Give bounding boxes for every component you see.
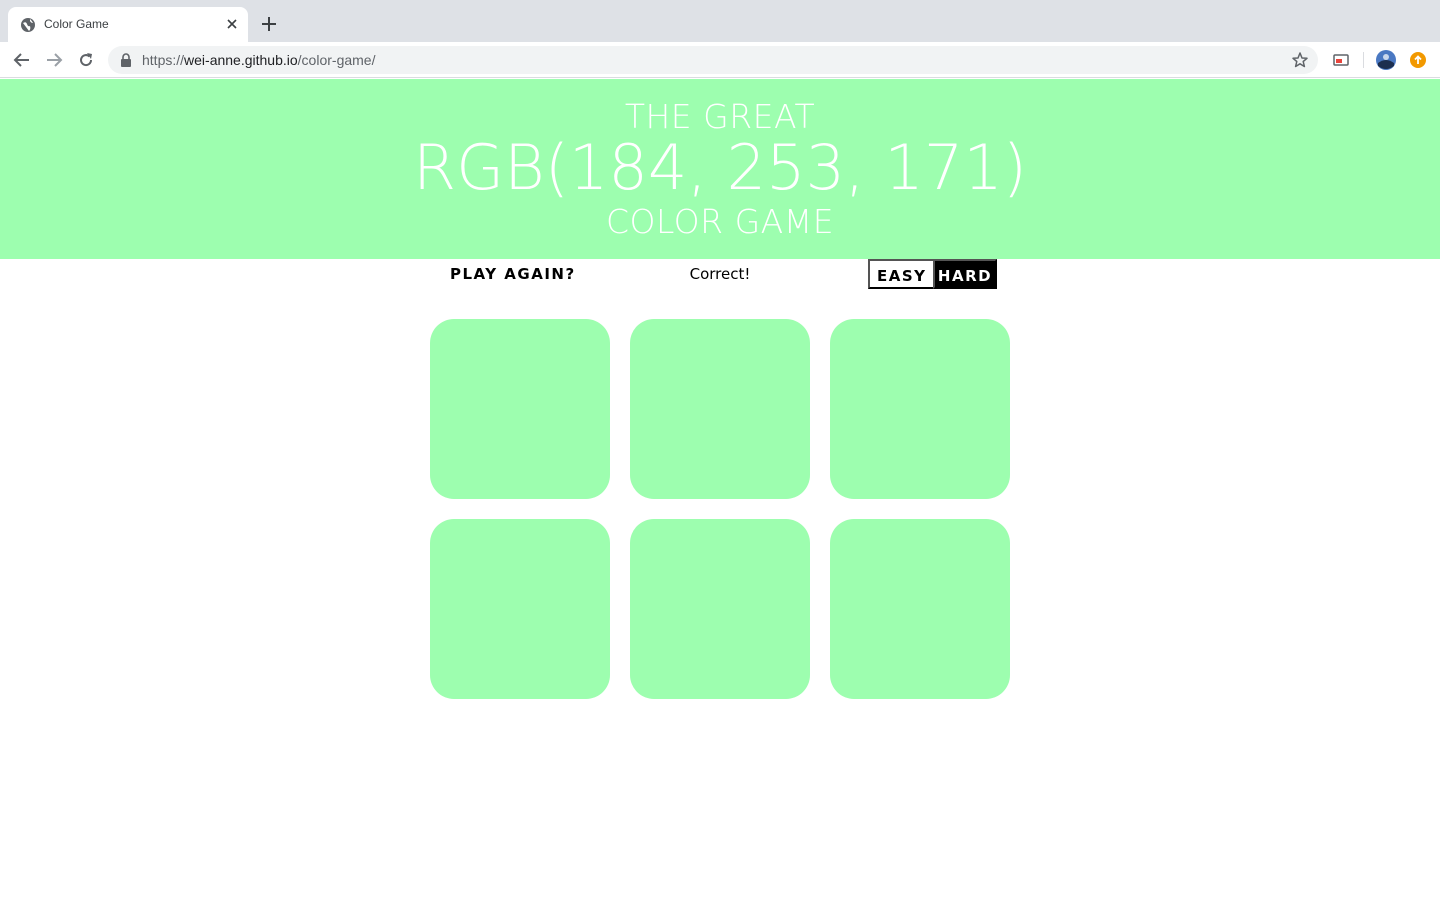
cast-extension-icon[interactable]	[1332, 51, 1350, 69]
rgb-color-display: RGB(184, 253, 171)	[413, 131, 1027, 204]
color-square[interactable]	[430, 319, 610, 499]
reload-icon[interactable]	[77, 51, 95, 69]
globe-icon	[21, 18, 35, 32]
tab-title: Color Game	[44, 17, 109, 31]
bookmark-star-icon[interactable]	[1291, 51, 1309, 69]
address-bar[interactable]: https://wei-anne.github.io/color-game/	[108, 46, 1318, 74]
toolbar-divider	[1363, 52, 1364, 68]
color-square[interactable]	[830, 519, 1010, 699]
play-again-button[interactable]: PLAY AGAIN?	[440, 259, 586, 289]
easy-mode-button[interactable]: EASY	[868, 259, 936, 289]
control-stripe: PLAY AGAIN? Correct! EASY HARD	[0, 259, 1440, 289]
forward-arrow-icon[interactable]	[45, 51, 63, 69]
close-icon[interactable]	[224, 16, 240, 32]
color-square[interactable]	[830, 319, 1010, 499]
game-header: THE GREAT RGB(184, 253, 171) COLOR GAME	[0, 79, 1440, 259]
browser-toolbar: https://wei-anne.github.io/color-game/	[0, 42, 1440, 78]
hard-mode-button[interactable]: HARD	[933, 259, 997, 289]
new-tab-plus-icon[interactable]	[260, 15, 278, 33]
browser-tab-bar: Color Game	[0, 0, 1440, 42]
lock-icon	[121, 53, 131, 67]
profile-avatar-icon[interactable]	[1376, 50, 1396, 70]
back-arrow-icon[interactable]	[13, 51, 31, 69]
result-message: Correct!	[689, 265, 751, 283]
update-arrow-icon[interactable]	[1409, 51, 1427, 69]
page-content: THE GREAT RGB(184, 253, 171) COLOR GAME …	[0, 79, 1440, 900]
title-line-color-game: COLOR GAME	[605, 202, 835, 241]
url-text: https://wei-anne.github.io/color-game/	[142, 52, 376, 68]
browser-tab[interactable]: Color Game	[8, 7, 248, 42]
color-square[interactable]	[630, 519, 810, 699]
color-square[interactable]	[630, 319, 810, 499]
color-square[interactable]	[430, 519, 610, 699]
